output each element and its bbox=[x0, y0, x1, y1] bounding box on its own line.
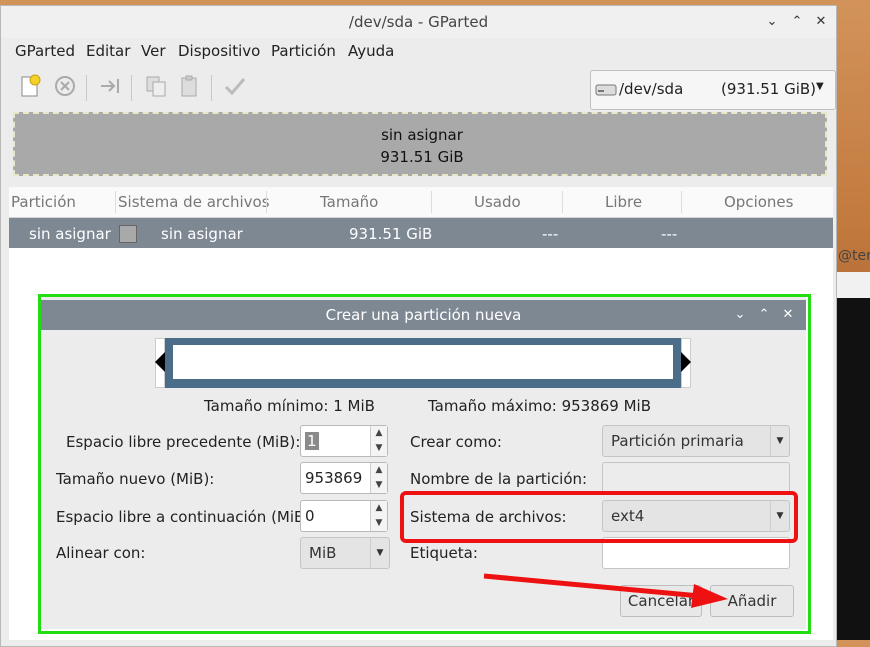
resize-move-icon[interactable] bbox=[98, 74, 122, 98]
background-terminal-text: @ter bbox=[838, 248, 870, 264]
col-tamano[interactable]: Tamaño bbox=[320, 193, 378, 211]
col-libre[interactable]: Libre bbox=[605, 193, 642, 211]
paste-icon[interactable] bbox=[178, 74, 202, 98]
device-name: /dev/sda bbox=[619, 80, 684, 98]
device-size: (931.51 GiB) bbox=[721, 80, 817, 98]
apply-icon[interactable] bbox=[223, 74, 247, 98]
col-divider bbox=[681, 191, 682, 213]
harddisk-icon bbox=[595, 81, 617, 97]
menu-particion[interactable]: Partición bbox=[271, 42, 336, 60]
graph-size: 931.51 GiB bbox=[380, 148, 464, 166]
background-panel bbox=[836, 272, 870, 298]
delete-icon[interactable] bbox=[53, 74, 77, 98]
red-arrow-icon bbox=[483, 573, 728, 608]
toolbar-separator bbox=[131, 75, 132, 101]
col-opciones[interactable]: Opciones bbox=[724, 193, 793, 211]
toolbar-separator bbox=[86, 75, 87, 101]
highlight-box-red bbox=[400, 491, 798, 543]
window-title: /dev/sda - GParted bbox=[348, 13, 489, 31]
menu-editar[interactable]: Editar bbox=[86, 42, 130, 60]
menu-gparted[interactable]: GParted bbox=[15, 42, 75, 60]
row-size: 931.51 GiB bbox=[349, 225, 433, 243]
menubar: GParted Editar Ver Dispositivo Partición… bbox=[1, 38, 836, 66]
partition-graph[interactable]: sin asignar 931.51 GiB bbox=[13, 112, 827, 176]
close-icon[interactable]: ✕ bbox=[812, 14, 830, 30]
row-used: --- bbox=[542, 225, 559, 243]
row-free: --- bbox=[661, 225, 678, 243]
menu-dispositivo[interactable]: Dispositivo bbox=[178, 42, 260, 60]
graph-label: sin asignar bbox=[381, 126, 463, 144]
table-row[interactable]: sin asignar sin asignar 931.51 GiB --- -… bbox=[9, 218, 833, 248]
menu-ver[interactable]: Ver bbox=[141, 42, 166, 60]
menu-ayuda[interactable]: Ayuda bbox=[348, 42, 394, 60]
maximize-icon[interactable]: ⌃ bbox=[788, 14, 806, 30]
col-divider bbox=[115, 191, 116, 213]
window-titlebar: /dev/sda - GParted ⌄ ⌃ ✕ bbox=[1, 6, 836, 38]
col-sistema[interactable]: Sistema de archivos bbox=[118, 193, 270, 211]
row-partition: sin asignar bbox=[29, 225, 111, 243]
chevron-down-icon: ▼ bbox=[816, 81, 824, 92]
col-divider bbox=[266, 191, 267, 213]
filesystem-color-swatch bbox=[119, 225, 137, 243]
col-divider bbox=[431, 191, 432, 213]
copy-icon[interactable] bbox=[144, 74, 168, 98]
minimize-icon[interactable]: ⌄ bbox=[763, 14, 781, 30]
col-divider bbox=[562, 191, 563, 213]
background-terminal bbox=[836, 298, 870, 640]
col-particion[interactable]: Partición bbox=[11, 193, 76, 211]
col-usado[interactable]: Usado bbox=[474, 193, 521, 211]
device-selector[interactable]: /dev/sda (931.51 GiB) ▼ bbox=[590, 70, 836, 110]
row-filesystem: sin asignar bbox=[161, 225, 243, 243]
toolbar-separator bbox=[211, 75, 212, 101]
new-partition-icon[interactable] bbox=[18, 74, 42, 98]
partition-table-header: Partición Sistema de archivos Tamaño Usa… bbox=[9, 187, 833, 218]
